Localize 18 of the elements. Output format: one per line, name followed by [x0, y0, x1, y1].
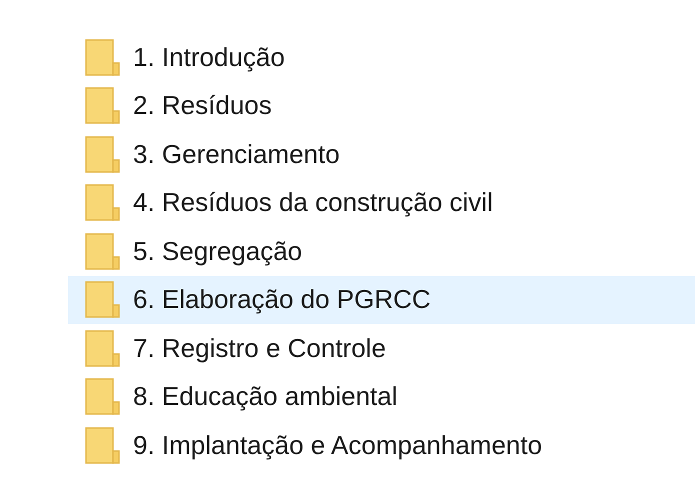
folder-item[interactable]: 3. Gerenciamento: [68, 130, 695, 178]
folder-item[interactable]: 9. Implantação e Acompanhamento: [68, 421, 695, 470]
folder-icon: [85, 378, 121, 416]
folder-item[interactable]: 4. Resíduos da construção civil: [68, 178, 695, 227]
folder-icon: [85, 136, 121, 173]
folder-icon: [85, 87, 121, 124]
folder-icon: [85, 184, 121, 222]
folder-icon: [85, 330, 121, 367]
folder-icon: [85, 281, 121, 318]
folder-item[interactable]: 6. Elaboração do PGRCC: [68, 276, 695, 324]
folder-icon: [85, 232, 121, 270]
folder-item[interactable]: 5. Segregação: [68, 227, 695, 276]
folder-item[interactable]: 8. Educação ambiental: [68, 372, 695, 421]
folder-item[interactable]: 1. Introdução: [68, 33, 695, 82]
folder-item[interactable]: 7. Registro e Controle: [68, 324, 695, 372]
folder-item[interactable]: 2. Resíduos: [68, 82, 695, 130]
folder-icon: [85, 426, 121, 464]
folder-icon: [85, 38, 121, 76]
